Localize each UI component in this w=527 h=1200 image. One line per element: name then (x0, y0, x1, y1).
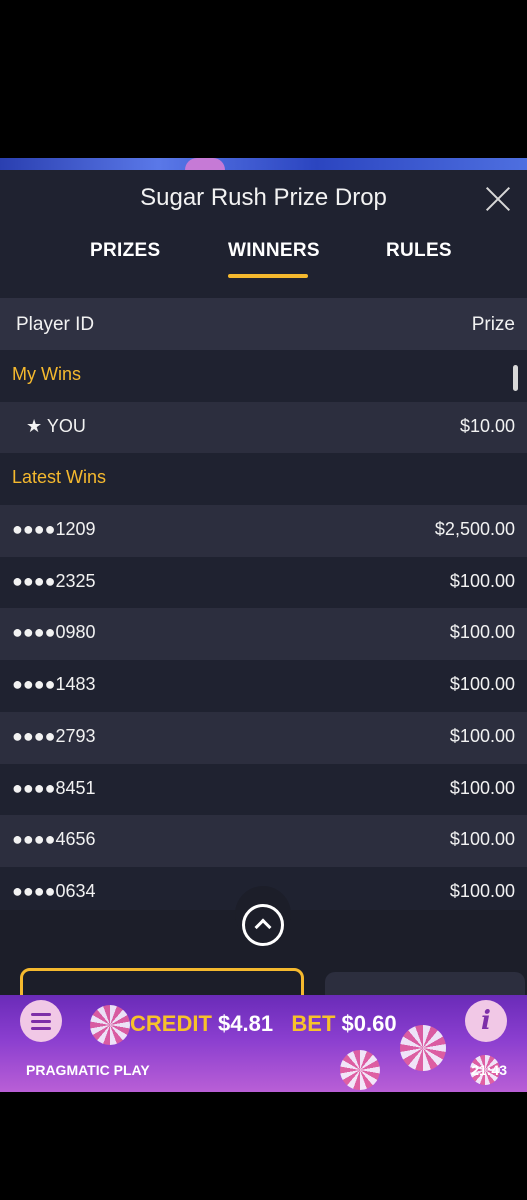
player-id: ●●●●1209 (12, 519, 96, 540)
candy-decoration (90, 1005, 130, 1045)
credit-value: $4.81 (218, 1011, 274, 1036)
credit-bet-display: CREDIT $4.81 BET $0.60 (130, 1011, 397, 1037)
tab-rules[interactable]: RULES (386, 240, 452, 262)
menu-icon-bar (31, 1027, 51, 1030)
bottom-left-button[interactable] (20, 968, 304, 995)
player-id: ●●●●0980 (12, 622, 96, 643)
candy-decoration (400, 1025, 446, 1071)
clock: 21:43 (471, 1062, 507, 1078)
bet-label: BET (291, 1011, 336, 1036)
list-item: ●●●●8451 $100.00 (0, 763, 527, 816)
prize-drop-dialog: Sugar Rush Prize Drop PRIZES WINNERS RUL… (0, 170, 527, 995)
menu-icon-bar (31, 1013, 51, 1016)
candy-decoration (185, 158, 225, 170)
close-icon[interactable] (483, 184, 513, 214)
prize-amount: $100.00 (449, 674, 515, 695)
chevron-up-icon (242, 904, 284, 946)
game-footer-bar: CREDIT $4.81 BET $0.60 i PRAGMATIC PLAY … (0, 995, 527, 1092)
prize-amount: $100.00 (449, 880, 515, 901)
brand-label: PRAGMATIC PLAY (26, 1062, 150, 1078)
bottom-right-button[interactable] (325, 972, 525, 995)
list-item: ●●●●1209 $2,500.00 (0, 505, 527, 557)
list-item: ●●●●2793 $100.00 (0, 711, 527, 764)
column-header-prize: Prize (471, 314, 515, 335)
menu-button[interactable] (20, 1000, 62, 1042)
credit-label: CREDIT (130, 1011, 212, 1036)
section-label: My Wins (12, 364, 81, 384)
scroll-up-button[interactable] (235, 886, 291, 946)
player-id: ●●●●1483 (12, 674, 96, 695)
section-label: Latest Wins (12, 467, 107, 488)
player-id: ●●●●4656 (12, 829, 96, 850)
table-header: Player ID Prize (0, 298, 527, 350)
prize-amount: $2,500.00 (434, 519, 515, 540)
list-item-my-win: ★ YOU $10.00 (0, 401, 527, 454)
tab-prizes[interactable]: PRIZES (90, 240, 160, 262)
player-id: ●●●●2793 (12, 725, 96, 746)
prize-amount: $100.00 (449, 777, 515, 798)
prize-amount: $100.00 (449, 829, 515, 850)
prize-amount: $100.00 (449, 622, 515, 643)
info-icon[interactable]: i (465, 1000, 507, 1042)
column-header-player-id: Player ID (16, 314, 95, 335)
list-item: ●●●●2325 $100.00 (0, 556, 527, 609)
list-item: ●●●●0980 $100.00 (0, 608, 527, 661)
list-item: ●●●●4656 $100.00 (0, 815, 527, 867)
section-header-my-wins: My Wins (0, 350, 527, 402)
prize-amount: $100.00 (449, 725, 515, 746)
section-header-latest-wins: Latest Wins (0, 453, 527, 506)
list-item: ●●●●1483 $100.00 (0, 660, 527, 712)
bet-value: $0.60 (341, 1011, 397, 1036)
dialog-title: Sugar Rush Prize Drop (140, 184, 387, 211)
active-tab-indicator (228, 274, 308, 278)
prize-amount: $10.00 (459, 415, 515, 436)
player-id: ●●●●2325 (12, 570, 96, 591)
tab-winners[interactable]: WINNERS (228, 240, 320, 262)
menu-icon-bar (31, 1020, 51, 1023)
candy-decoration (340, 1050, 380, 1090)
dialog-header: Sugar Rush Prize Drop PRIZES WINNERS RUL… (0, 170, 527, 298)
winners-list[interactable]: My Wins ★ YOU $10.00 Latest Wins ●●●●120… (0, 350, 527, 910)
player-id: ●●●●8451 (12, 777, 96, 798)
game-background-strip (0, 158, 527, 170)
player-id: ●●●●0634 (12, 880, 96, 901)
scrollbar[interactable] (513, 365, 518, 391)
player-id: ★ YOU (26, 415, 86, 436)
prize-amount: $100.00 (449, 570, 515, 591)
